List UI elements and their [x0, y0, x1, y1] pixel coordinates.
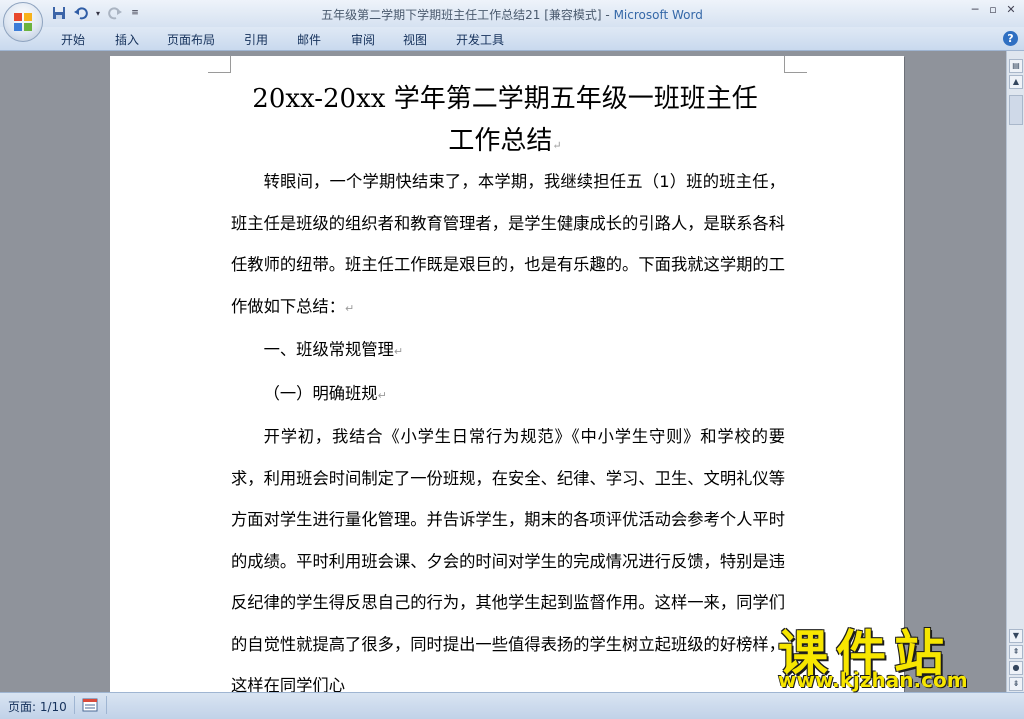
tab-developer[interactable]: 开发工具: [456, 31, 504, 48]
page-counter[interactable]: 页面: 1/10: [8, 698, 67, 715]
document-title: 五年级第二学期下学期班主任工作总结21 [兼容模式] -: [321, 8, 614, 22]
document-heading: 20xx-20xx 学年第二学期五年级一班班主任 工作总结↵: [225, 78, 785, 167]
subsection-heading: （一）明确班规: [263, 383, 378, 403]
title-bar: ▾ ≡ 五年级第二学期下学期班主任工作总结21 [兼容模式] - Microso…: [0, 0, 1024, 27]
ribbon-tabs: 开始 插入 页面布局 引用 邮件 审阅 视图 开发工具 ?: [0, 27, 1024, 51]
paragraph-text: 开学初，我结合《小学生日常行为规范》《中小学生守则》和学校的要求，利用班会时间制…: [231, 427, 785, 692]
paragraph: （一）明确班规↵: [231, 373, 785, 417]
tab-insert[interactable]: 插入: [115, 31, 139, 48]
status-bar: 页面: 1/10: [0, 692, 1024, 719]
tab-references[interactable]: 引用: [244, 31, 268, 48]
office-logo-icon: [14, 13, 32, 31]
paragraph: 开学初，我结合《小学生日常行为规范》《中小学生守则》和学校的要求，利用班会时间制…: [231, 416, 785, 692]
scroll-thumb[interactable]: [1009, 95, 1023, 125]
window-controls: ─ ▫ ✕: [966, 2, 1020, 18]
document-workspace: 20xx-20xx 学年第二学期五年级一班班主任 工作总结↵ 转眼间，一个学期快…: [0, 51, 1006, 692]
previous-page-icon[interactable]: ⇞: [1009, 645, 1023, 659]
tab-review[interactable]: 审阅: [351, 31, 375, 48]
status-separator: [106, 696, 107, 714]
tab-page-layout[interactable]: 页面布局: [167, 31, 215, 48]
margin-corner-top-left: [208, 56, 231, 73]
ruler-toggle-icon[interactable]: ▤: [1009, 59, 1023, 73]
paragraph-mark-icon: ↵: [393, 345, 404, 358]
paragraph-text: 转眼间，一个学期快结束了，本学期，我继续担任五（1）班的班主任，班主任是班级的组…: [231, 172, 785, 316]
paragraph-mark-icon: ↵: [377, 388, 387, 402]
status-separator: [74, 696, 75, 714]
document-status-icon[interactable]: [82, 698, 98, 712]
heading-line-2: 工作总结: [448, 126, 553, 156]
section-heading: 一、班级常规管理: [263, 340, 394, 359]
document-body[interactable]: 转眼间，一个学期快结束了，本学期，我继续担任五（1）班的班主任，班主任是班级的组…: [231, 161, 785, 692]
close-icon[interactable]: ✕: [1002, 2, 1020, 18]
minimize-icon[interactable]: ─: [966, 2, 984, 18]
app-name: Microsoft Word: [613, 8, 703, 22]
watermark-url: www.kjzhan.com: [778, 668, 968, 692]
help-icon[interactable]: ?: [1003, 31, 1018, 46]
tab-mailings[interactable]: 邮件: [297, 31, 321, 48]
scroll-down-icon[interactable]: ▼: [1009, 629, 1023, 643]
paragraph: 一、班级常规管理↵: [231, 329, 785, 373]
margin-corner-top-right: [784, 56, 807, 73]
vertical-scrollbar[interactable]: ▤ ▲ ▼ ⇞ ● ⇟: [1006, 51, 1024, 692]
window-title: 五年级第二学期下学期班主任工作总结21 [兼容模式] - Microsoft W…: [0, 6, 1024, 23]
paragraph-mark-icon: ↵: [552, 139, 562, 152]
paragraph: 转眼间，一个学期快结束了，本学期，我继续担任五（1）班的班主任，班主任是班级的组…: [231, 161, 785, 329]
select-browse-object-icon[interactable]: ●: [1009, 661, 1023, 675]
heading-line-1: 20xx-20xx 学年第二学期五年级一班班主任: [252, 84, 758, 114]
tab-view[interactable]: 视图: [403, 31, 427, 48]
office-button[interactable]: [3, 2, 43, 42]
document-page[interactable]: 20xx-20xx 学年第二学期五年级一班班主任 工作总结↵ 转眼间，一个学期快…: [110, 56, 904, 692]
tab-home[interactable]: 开始: [61, 31, 85, 48]
paragraph-mark-icon: ↵: [344, 301, 355, 315]
restore-icon[interactable]: ▫: [984, 2, 1002, 18]
next-page-icon[interactable]: ⇟: [1009, 677, 1023, 691]
scroll-up-icon[interactable]: ▲: [1009, 75, 1023, 89]
watermark-logo: 课件站 www.kjzhan.com: [774, 616, 1006, 696]
